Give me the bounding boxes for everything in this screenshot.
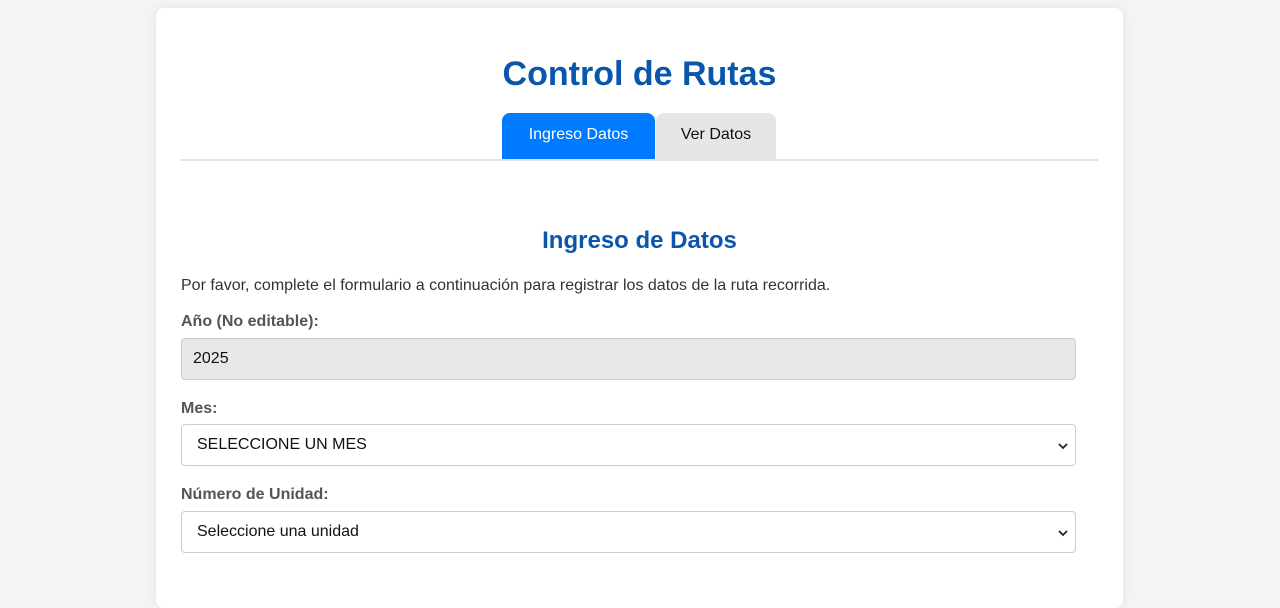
section-title: Ingreso de Datos — [542, 227, 737, 254]
month-selected-value: SELECCIONE UN MES — [197, 436, 367, 453]
form-intro-text: Por favor, complete el formulario a cont… — [181, 277, 831, 294]
chevron-down-icon — [1058, 443, 1068, 450]
month-label: Mes: — [181, 400, 218, 417]
unit-selected-value: Seleccione una unidad — [197, 523, 359, 540]
month-select[interactable]: SELECCIONE UN MES — [181, 424, 1076, 466]
chevron-down-icon — [1058, 530, 1068, 537]
unit-label: Número de Unidad: — [181, 486, 329, 503]
main-card: Control de Rutas Ingreso Datos Ver Datos… — [156, 8, 1123, 608]
year-label: Año (No editable): — [181, 313, 319, 330]
year-value: 2025 — [193, 350, 229, 367]
tab-ver-datos[interactable]: Ver Datos — [656, 113, 776, 159]
tab-bar: Ingreso Datos Ver Datos — [181, 113, 1098, 161]
unit-select[interactable]: Seleccione una unidad — [181, 511, 1076, 553]
year-field: 2025 — [181, 338, 1076, 380]
page-title: Control de Rutas — [502, 55, 777, 93]
tab-ingreso-datos[interactable]: Ingreso Datos — [502, 113, 655, 159]
